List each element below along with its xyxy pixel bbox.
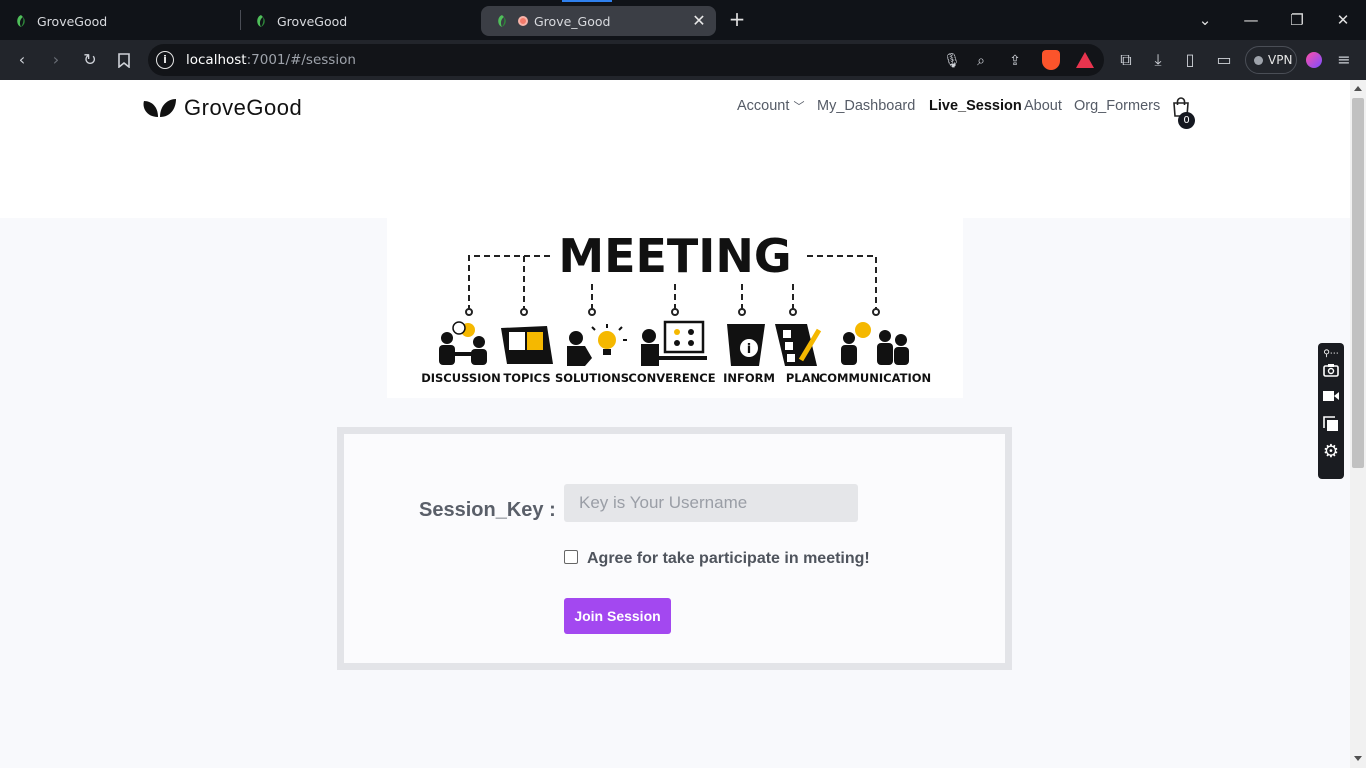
bookmark-icon[interactable] <box>112 48 136 72</box>
svg-text:i: i <box>747 342 751 357</box>
address-bar[interactable]: i localhost:7001/#/session 🎙 ⌕ ⇪ <box>148 44 1104 76</box>
banner-item: SOLUTIONS <box>555 371 629 385</box>
share-icon[interactable]: ⇪ <box>1004 50 1026 72</box>
banner-item: PLAN <box>786 371 820 385</box>
banner-item: TOPICS <box>503 371 550 385</box>
agree-checkbox[interactable] <box>564 550 578 564</box>
grove-favicon-icon <box>257 15 265 27</box>
banner-item: CONVERENCE <box>628 371 715 385</box>
banner-item: DISCUSSION <box>421 371 501 385</box>
site-info-icon[interactable]: i <box>156 51 174 69</box>
join-session-button[interactable]: Join Session <box>564 598 671 634</box>
grove-favicon-icon <box>17 15 25 27</box>
grove-leaf-icon <box>143 99 176 117</box>
browser-toolbar: ‹ › ↻ i localhost:7001/#/session 🎙 ⌕ ⇪ ⧉… <box>0 40 1366 80</box>
wallet-icon[interactable]: ▭ <box>1212 48 1236 72</box>
session-key-label: Session_Key : <box>419 499 556 521</box>
video-icon[interactable] <box>1322 389 1340 407</box>
microphone-icon[interactable]: 🎙 <box>941 50 963 72</box>
profile-avatar[interactable] <box>1306 52 1322 68</box>
nav-my-dashboard[interactable]: My_Dashboard <box>817 98 915 114</box>
agree-label[interactable]: Agree for take participate in meeting! <box>587 550 870 568</box>
restore-button[interactable]: ❐ <box>1282 8 1312 32</box>
url-text[interactable]: localhost:7001/#/session <box>186 52 356 68</box>
gear-icon[interactable]: ⚙ <box>1322 443 1340 461</box>
nav-live-session[interactable]: Live_Session <box>929 98 1022 114</box>
forward-icon[interactable]: › <box>44 48 68 72</box>
vpn-status-icon <box>1254 56 1263 65</box>
grove-favicon-icon <box>498 15 506 27</box>
loading-indicator <box>562 0 612 2</box>
tab-search-chevron-icon[interactable]: ⌄ <box>1190 8 1220 32</box>
solutions-icon <box>567 324 627 366</box>
cart-count-badge: 0 <box>1178 112 1195 129</box>
tab-title: GroveGood <box>37 13 108 29</box>
session-form-card: Session_Key : Agree for take participate… <box>337 427 1012 670</box>
communication-icon <box>841 322 909 365</box>
banner-item: COMMUNICATION <box>819 371 931 385</box>
new-tab-button[interactable]: + <box>726 8 748 30</box>
close-tab-icon[interactable]: ✕ <box>690 12 708 30</box>
widget-menu-icon[interactable]: ⚲⋯ <box>1322 345 1340 363</box>
brave-rewards-icon[interactable] <box>1076 52 1094 68</box>
tab-grovegood-2[interactable]: GroveGood <box>240 6 480 36</box>
nav-org-formers[interactable]: Org_Formers <box>1074 98 1160 114</box>
tab-title: Grove_Good <box>534 13 611 29</box>
back-icon[interactable]: ‹ <box>10 48 34 72</box>
banner-item: INFORM <box>723 371 775 385</box>
close-window-button[interactable]: ✕ <box>1328 8 1358 32</box>
vpn-button[interactable]: VPN <box>1245 46 1297 74</box>
scroll-thumb[interactable] <box>1352 98 1364 468</box>
tab-grovegood-1[interactable]: GroveGood <box>0 6 240 36</box>
scroll-up-arrow[interactable] <box>1354 86 1362 91</box>
brave-shields-icon[interactable] <box>1042 50 1060 70</box>
nav-account[interactable]: Account ﹀ <box>737 98 804 114</box>
brand-logo[interactable]: GroveGood <box>142 95 302 121</box>
copy-icon[interactable] <box>1322 416 1340 434</box>
discussion-icon <box>439 321 487 365</box>
conference-icon <box>641 320 707 366</box>
topics-icon <box>501 326 553 364</box>
brand-name: GroveGood <box>184 95 303 120</box>
banner-title: MEETING <box>558 229 791 283</box>
recording-icon <box>518 16 528 26</box>
capture-widget: ⚲⋯ ⚙ <box>1318 343 1344 479</box>
camera-icon[interactable] <box>1322 363 1340 381</box>
tab-grove-good-active[interactable]: Grove_Good ✕ <box>481 6 716 36</box>
site-header: GroveGood Account ﹀ My_Dashboard Live_Se… <box>0 80 1350 134</box>
meeting-banner: MEETING i DISCUSSION TOPICS SOLUTIONS CO… <box>387 218 963 398</box>
downloads-icon[interactable]: ⤓ <box>1146 48 1170 72</box>
menu-icon[interactable]: ≡ <box>1332 48 1356 72</box>
browser-tab-strip: GroveGood GroveGood Grove_Good ✕ + ⌄ — ❐… <box>0 0 1366 40</box>
page-scrollbar[interactable] <box>1350 80 1366 768</box>
minimize-button[interactable]: — <box>1236 8 1266 32</box>
plan-icon <box>775 324 822 366</box>
page-viewport: GroveGood Account ﹀ My_Dashboard Live_Se… <box>0 80 1350 768</box>
header-spacer <box>0 134 1350 218</box>
nav-about[interactable]: About <box>1024 98 1062 114</box>
extensions-icon[interactable]: ⧉ <box>1114 48 1138 72</box>
inform-icon: i <box>727 324 765 366</box>
chevron-down-icon: ﹀ <box>793 101 805 113</box>
sidebar-icon[interactable]: ▯ <box>1178 48 1202 72</box>
reload-icon[interactable]: ↻ <box>78 48 102 72</box>
scroll-down-arrow[interactable] <box>1354 756 1362 761</box>
zoom-icon[interactable]: ⌕ <box>970 50 992 72</box>
meeting-illustration: MEETING i DISCUSSION TOPICS SOLUTIONS CO… <box>421 229 931 385</box>
session-key-input[interactable] <box>564 484 858 522</box>
tab-title: GroveGood <box>277 13 348 29</box>
